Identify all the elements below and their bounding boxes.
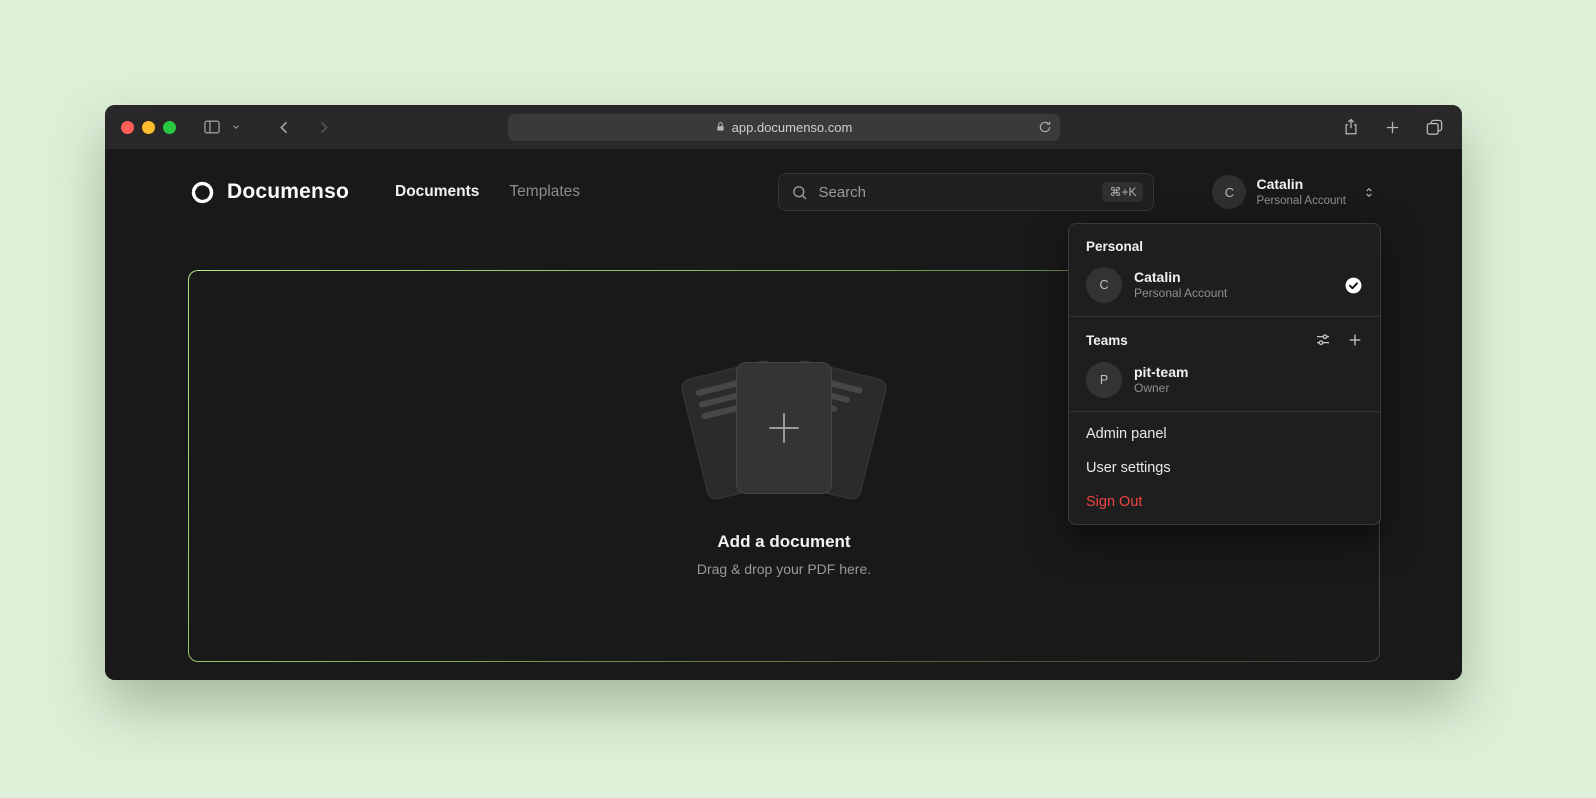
check-circle-icon <box>1344 276 1363 295</box>
tab-overview-button[interactable] <box>1423 116 1446 139</box>
menu-item-personal-account[interactable]: C Catalin Personal Account <box>1074 259 1375 311</box>
document-card-center <box>736 362 832 494</box>
brand[interactable]: Documenso <box>189 179 349 206</box>
minimize-window-button[interactable] <box>142 121 155 134</box>
create-team-button[interactable] <box>1347 332 1363 348</box>
browser-window: app.documenso.com <box>105 105 1462 680</box>
personal-subtitle: Personal Account <box>1134 286 1227 302</box>
address-bar[interactable]: app.documenso.com <box>508 114 1060 141</box>
add-document-plus-icon <box>769 413 799 443</box>
plus-icon <box>1384 119 1401 136</box>
forward-button[interactable] <box>312 116 335 139</box>
search-input[interactable] <box>818 184 1092 201</box>
plus-icon <box>1347 332 1363 348</box>
account-dropdown-menu: Personal C Catalin Personal Account Team… <box>1068 223 1381 525</box>
account-name: Catalin <box>1256 176 1346 194</box>
menu-divider <box>1069 316 1380 317</box>
new-tab-button[interactable] <box>1382 117 1403 138</box>
sidebar-options-button[interactable] <box>229 120 243 134</box>
menu-item-admin-panel[interactable]: Admin panel <box>1074 417 1375 451</box>
documents-illustration <box>677 356 891 506</box>
search-icon <box>791 184 808 201</box>
tabs-icon <box>1425 118 1444 137</box>
reload-button[interactable] <box>1038 120 1052 134</box>
sidebar-toggle-button[interactable] <box>200 115 224 139</box>
chevrons-up-down-icon <box>1362 185 1376 200</box>
dropzone-subtitle: Drag & drop your PDF here. <box>697 561 871 577</box>
nav-templates[interactable]: Templates <box>509 183 580 201</box>
browser-titlebar: app.documenso.com <box>105 105 1462 149</box>
back-icon <box>275 118 294 137</box>
menu-personal-label: Personal <box>1074 229 1375 259</box>
search-box[interactable]: ⌘+K <box>778 173 1154 211</box>
documenso-page: Documenso Documents Templates ⌘+K C Cata… <box>105 149 1462 680</box>
forward-icon <box>314 118 333 137</box>
menu-item-sign-out[interactable]: Sign Out <box>1074 485 1375 519</box>
menu-teams-label: Teams <box>1086 333 1128 348</box>
chevron-down-icon <box>231 122 241 132</box>
sidebar-icon <box>202 117 222 137</box>
dropzone-title: Add a document <box>717 532 850 552</box>
address-url: app.documenso.com <box>732 120 853 135</box>
traffic-lights <box>121 121 176 134</box>
close-window-button[interactable] <box>121 121 134 134</box>
account-menu-trigger[interactable]: C Catalin Personal Account <box>1212 175 1376 209</box>
account-type: Personal Account <box>1256 194 1346 208</box>
lock-icon <box>715 121 726 133</box>
menu-item-user-settings[interactable]: User settings <box>1074 451 1375 485</box>
personal-avatar: C <box>1086 267 1122 303</box>
team-name: pit-team <box>1134 363 1188 381</box>
brand-name: Documenso <box>227 180 349 204</box>
nav-documents[interactable]: Documents <box>395 183 479 201</box>
sliders-icon <box>1315 332 1331 348</box>
share-button[interactable] <box>1340 115 1362 139</box>
account-avatar: C <box>1212 175 1246 209</box>
zoom-window-button[interactable] <box>163 121 176 134</box>
team-role: Owner <box>1134 381 1188 397</box>
documenso-logo-icon <box>189 179 216 206</box>
menu-item-team[interactable]: P pit-team Owner <box>1074 354 1375 406</box>
team-avatar: P <box>1086 362 1122 398</box>
back-button[interactable] <box>273 116 296 139</box>
reload-icon <box>1038 120 1052 134</box>
primary-nav: Documents Templates <box>395 183 580 201</box>
share-icon <box>1342 117 1360 137</box>
menu-divider <box>1069 411 1380 412</box>
teams-preferences-button[interactable] <box>1315 332 1331 348</box>
personal-name: Catalin <box>1134 268 1227 286</box>
search-shortcut-badge: ⌘+K <box>1102 182 1143 202</box>
